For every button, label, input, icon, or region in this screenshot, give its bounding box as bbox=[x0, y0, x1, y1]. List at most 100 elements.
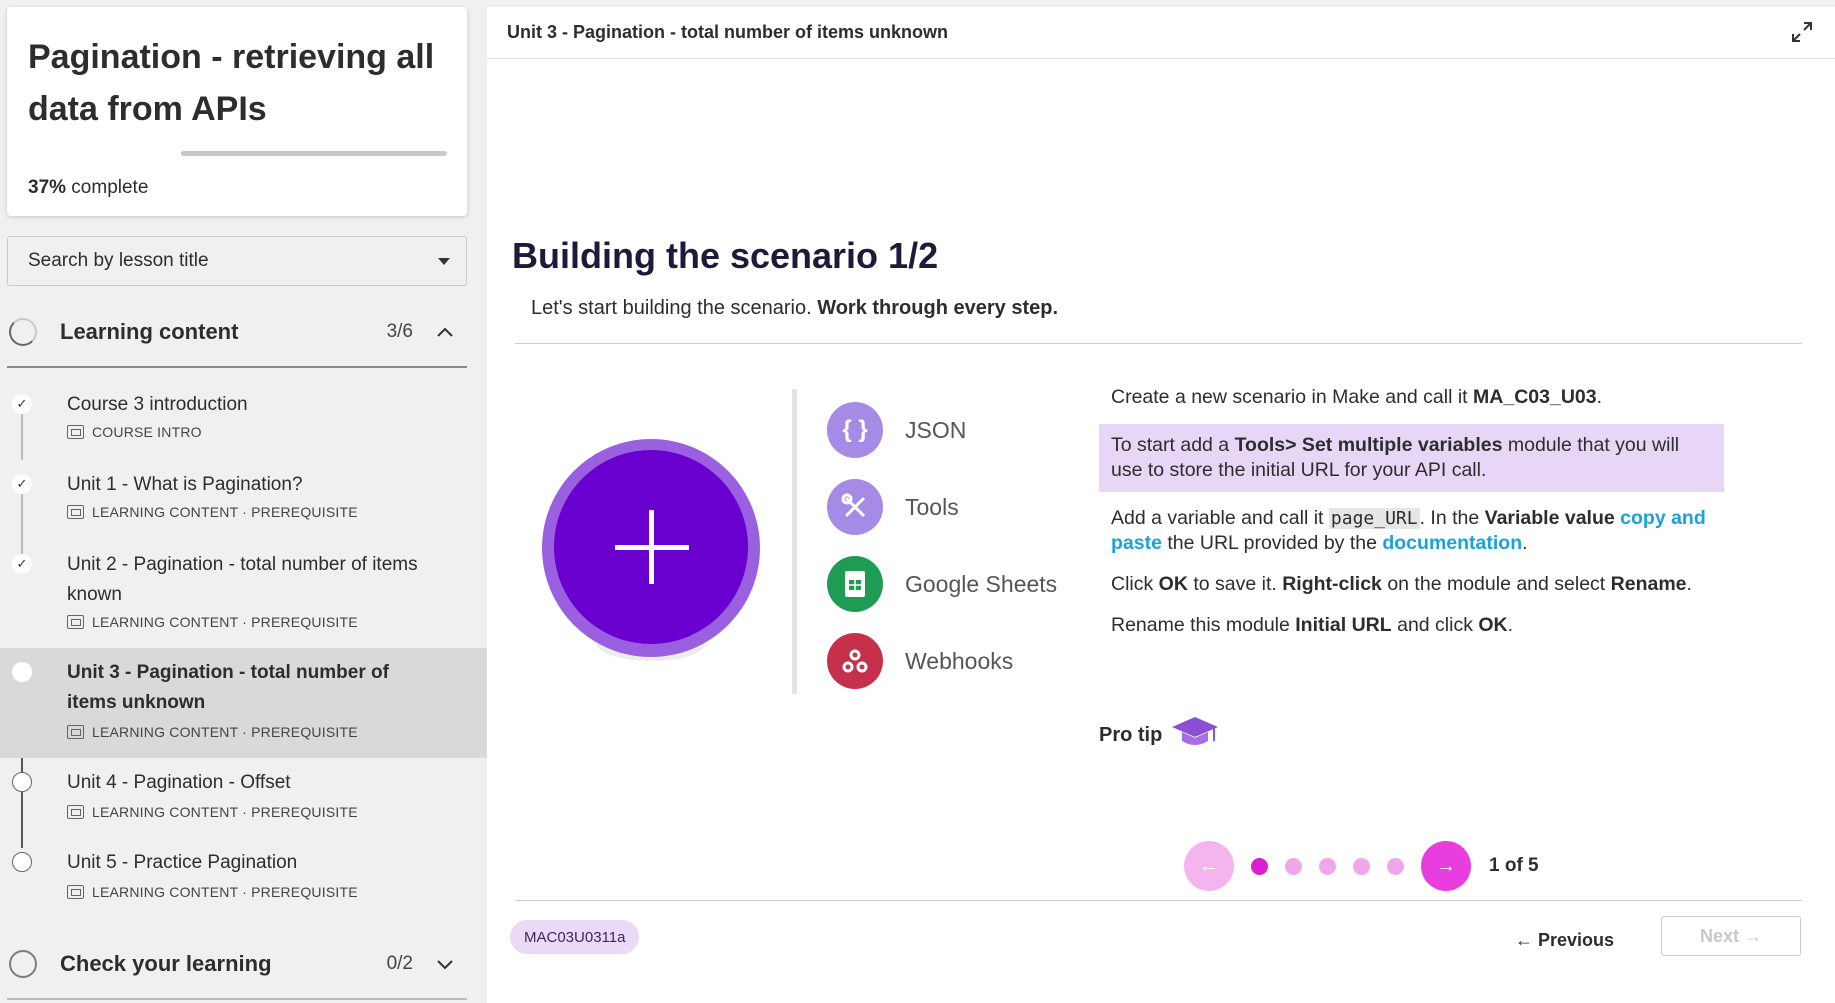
check-icon: ✓ bbox=[12, 474, 32, 494]
illustration-divider bbox=[792, 389, 797, 694]
app-label: Google Sheets bbox=[905, 570, 1058, 597]
documentation-link[interactable]: documentation bbox=[1382, 532, 1522, 554]
lesson-title: Unit 3 - Pagination - total number of it… bbox=[67, 662, 389, 713]
chevron-up-icon[interactable] bbox=[436, 322, 454, 343]
section-divider bbox=[7, 998, 467, 1000]
slides-icon bbox=[67, 885, 84, 899]
circle-icon bbox=[12, 852, 32, 872]
app-row-tools: Tools bbox=[827, 479, 959, 535]
step-3: Add a variable and call it page_URL. In … bbox=[1111, 507, 1706, 554]
section-learning-content[interactable]: Learning content 3/6 bbox=[7, 304, 467, 360]
lesson-header: Unit 3 - Pagination - total number of it… bbox=[487, 7, 1835, 59]
lesson-item-unit-3[interactable]: Unit 3 - Pagination - total number of it… bbox=[0, 648, 487, 758]
lesson-meta: LEARNING CONTENT · PREREQUISITE bbox=[67, 614, 358, 630]
lesson-meta-text: COURSE INTRO bbox=[92, 424, 202, 440]
lesson-content-panel: Unit 3 - Pagination - total number of it… bbox=[487, 7, 1835, 1003]
pager-next-button[interactable]: → bbox=[1421, 841, 1471, 891]
course-card: Pagination - retrieving all data from AP… bbox=[7, 7, 467, 216]
breadcrumb: Unit 3 - Pagination - total number of it… bbox=[507, 22, 948, 42]
section-progress-ring-icon bbox=[9, 318, 37, 346]
step-1: Create a new scenario in Make and call i… bbox=[1111, 386, 1603, 408]
slide-title: Building the scenario 1/2 bbox=[512, 235, 939, 276]
json-icon: { } bbox=[827, 402, 883, 458]
section-divider bbox=[7, 366, 467, 368]
step-5: Rename this module Initial URL and click… bbox=[1111, 614, 1514, 636]
app-label: Webhooks bbox=[905, 647, 1014, 674]
make-module-illustration: { } JSON Tools Google Sheets Webhooks bbox=[537, 377, 1067, 697]
lesson-meta-text: LEARNING CONTENT · PREREQUISITE bbox=[92, 724, 358, 740]
document-icon bbox=[67, 425, 84, 439]
slides-icon bbox=[67, 725, 84, 739]
slides-icon bbox=[67, 615, 84, 629]
lesson-title: Unit 2 - Pagination - total number of it… bbox=[67, 554, 418, 605]
app-label: Tools bbox=[905, 493, 959, 520]
slides-icon bbox=[67, 505, 84, 519]
webhooks-icon bbox=[827, 633, 883, 689]
section-count: 3/6 bbox=[386, 321, 413, 342]
lesson-search-dropdown[interactable]: Search by lesson title bbox=[7, 236, 467, 286]
lesson-meta: LEARNING CONTENT · PREREQUISITE bbox=[67, 504, 358, 520]
course-progress-label: 37% complete bbox=[28, 177, 148, 199]
search-placeholder: Search by lesson title bbox=[28, 250, 209, 271]
step-4: Click OK to save it. Right-click on the … bbox=[1111, 573, 1692, 595]
pager-label: 1 of 5 bbox=[1489, 855, 1539, 876]
divider bbox=[515, 900, 1802, 901]
section-count: 0/2 bbox=[386, 953, 413, 974]
lesson-title: Unit 4 - Pagination - Offset bbox=[67, 772, 291, 793]
google-sheets-icon bbox=[827, 556, 883, 612]
lesson-item-course-intro[interactable]: ✓ Course 3 introduction COURSE INTRO bbox=[0, 380, 487, 458]
pro-tip-label: Pro tip bbox=[1099, 723, 1163, 746]
step-2-highlighted: To start add a Tools> Set multiple varia… bbox=[1099, 424, 1724, 492]
tools-icon bbox=[827, 479, 883, 535]
lesson-meta-text: LEARNING CONTENT · PREREQUISITE bbox=[92, 614, 358, 630]
slide-subtitle: Let's start building the scenario. Work … bbox=[531, 297, 1058, 319]
lesson-item-unit-1[interactable]: ✓ Unit 1 - What is Pagination? LEARNING … bbox=[0, 460, 487, 538]
pager-dots bbox=[1251, 857, 1404, 875]
course-progress-bar bbox=[181, 151, 447, 156]
pager-dot[interactable] bbox=[1387, 857, 1404, 875]
current-lesson-marker-icon bbox=[12, 662, 32, 682]
pager-dot[interactable] bbox=[1319, 857, 1336, 875]
lesson-title: Unit 1 - What is Pagination? bbox=[67, 474, 303, 495]
slide-pager: ← → 1 of 5 bbox=[1184, 841, 1539, 891]
app-row-webhooks: Webhooks bbox=[827, 633, 1013, 689]
pager-dot[interactable] bbox=[1353, 857, 1370, 875]
lesson-meta-text: LEARNING CONTENT · PREREQUISITE bbox=[92, 884, 358, 900]
graduation-cap-icon bbox=[1170, 713, 1220, 757]
lesson-meta-text: LEARNING CONTENT · PREREQUISITE bbox=[92, 804, 358, 820]
pager-prev-button[interactable]: ← bbox=[1184, 841, 1234, 891]
section-progress-ring-icon bbox=[9, 950, 37, 978]
caret-down-icon bbox=[438, 258, 450, 265]
lesson-item-unit-4[interactable]: Unit 4 - Pagination - Offset LEARNING CO… bbox=[0, 758, 487, 838]
lesson-title: Course 3 introduction bbox=[67, 394, 248, 415]
pager-dot[interactable] bbox=[1285, 857, 1302, 875]
app-row-google-sheets: Google Sheets bbox=[827, 556, 1057, 612]
instruction-steps: Create a new scenario in Make and call i… bbox=[1099, 385, 1724, 638]
lesson-meta: COURSE INTRO bbox=[67, 424, 202, 440]
check-icon: ✓ bbox=[12, 554, 32, 574]
plus-icon-vertical bbox=[649, 510, 654, 584]
next-button[interactable]: Next → bbox=[1661, 916, 1801, 956]
section-title: Check your learning bbox=[60, 951, 272, 976]
course-progress-fill bbox=[181, 151, 280, 156]
slides-icon bbox=[67, 805, 84, 819]
app-label: JSON bbox=[905, 416, 967, 443]
pager-dot[interactable] bbox=[1251, 857, 1268, 875]
lesson-meta-text: LEARNING CONTENT · PREREQUISITE bbox=[92, 504, 358, 520]
progress-value: 37% bbox=[28, 177, 67, 198]
lesson-item-unit-2[interactable]: ✓ Unit 2 - Pagination - total number of … bbox=[0, 540, 487, 646]
section-check-your-learning[interactable]: Check your learning 0/2 bbox=[7, 936, 467, 992]
lesson-meta: LEARNING CONTENT · PREREQUISITE bbox=[67, 724, 358, 740]
expand-icon[interactable] bbox=[1791, 21, 1813, 43]
chevron-down-icon[interactable] bbox=[436, 954, 454, 975]
lesson-code-badge: MAC03U0311a bbox=[510, 920, 640, 954]
lesson-title: Unit 5 - Practice Pagination bbox=[67, 852, 298, 873]
check-icon: ✓ bbox=[12, 394, 32, 414]
previous-button[interactable]: ← Previous bbox=[1515, 920, 1614, 960]
pro-tip[interactable]: Pro tip bbox=[1099, 713, 1220, 757]
divider bbox=[515, 343, 1802, 344]
circle-icon bbox=[12, 772, 32, 792]
lesson-item-unit-5[interactable]: Unit 5 - Practice Pagination LEARNING CO… bbox=[0, 838, 487, 918]
lesson-sidebar: Pagination - retrieving all data from AP… bbox=[0, 0, 487, 1003]
lesson-meta: LEARNING CONTENT · PREREQUISITE bbox=[67, 884, 358, 900]
